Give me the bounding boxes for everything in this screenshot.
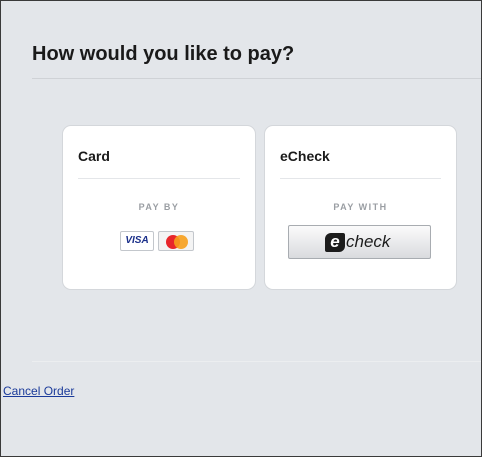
page-title: How would you like to pay? [32, 43, 295, 65]
cancel-order-link[interactable]: Cancel Order [3, 384, 74, 398]
pay-by-label: PAY BY [138, 202, 180, 212]
echeck-button-label: check [346, 232, 391, 251]
card-option-title: Card [78, 148, 110, 164]
payment-dialog: How would you like to pay? Card PAY BY V… [0, 0, 482, 457]
echeck-option-title: eCheck [280, 148, 330, 164]
card-option-divider [78, 178, 240, 179]
card-logos[interactable]: VISA [120, 230, 198, 252]
pay-with-label: PAY WITH [333, 202, 388, 212]
footer-divider [32, 361, 481, 362]
echeck-e-icon: e [325, 233, 345, 252]
title-divider [32, 78, 481, 79]
mastercard-logo-icon[interactable] [158, 231, 194, 251]
echeck-payment-option[interactable]: eCheck PAY WITH e check [264, 125, 457, 290]
echeck-option-divider [280, 178, 441, 179]
visa-logo-icon[interactable]: VISA [120, 231, 154, 251]
echeck-button[interactable]: e check [288, 225, 431, 259]
card-payment-option[interactable]: Card PAY BY VISA [62, 125, 256, 290]
